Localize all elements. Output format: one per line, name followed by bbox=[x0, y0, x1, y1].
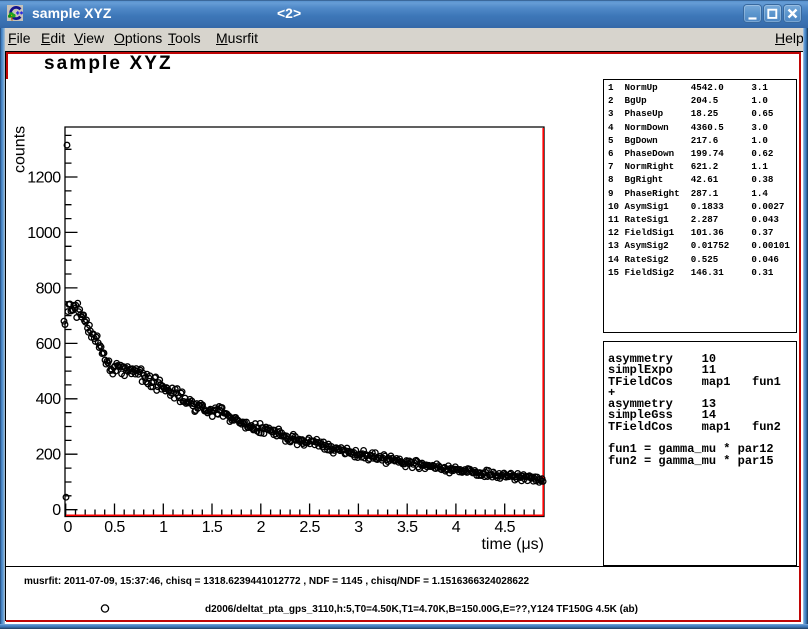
svg-text:3: 3 bbox=[354, 519, 363, 536]
svg-text:4: 4 bbox=[452, 519, 461, 536]
svg-text:1000: 1000 bbox=[27, 225, 61, 242]
svg-text:counts: counts bbox=[12, 126, 29, 173]
svg-text:200: 200 bbox=[36, 447, 62, 464]
svg-text:4.5: 4.5 bbox=[494, 519, 515, 536]
svg-text:time (μs): time (μs) bbox=[481, 536, 544, 553]
svg-text:800: 800 bbox=[36, 280, 62, 297]
svg-text:0: 0 bbox=[64, 519, 73, 536]
svg-text:1: 1 bbox=[159, 519, 168, 536]
svg-text:3.5: 3.5 bbox=[397, 519, 418, 536]
svg-text:2.5: 2.5 bbox=[299, 519, 320, 536]
svg-text:400: 400 bbox=[36, 391, 62, 408]
svg-text:0.5: 0.5 bbox=[104, 519, 125, 536]
svg-text:1.5: 1.5 bbox=[202, 519, 223, 536]
svg-text:600: 600 bbox=[36, 336, 62, 353]
svg-text:1200: 1200 bbox=[27, 169, 61, 186]
svg-text:0: 0 bbox=[52, 502, 61, 519]
svg-text:2: 2 bbox=[257, 519, 266, 536]
